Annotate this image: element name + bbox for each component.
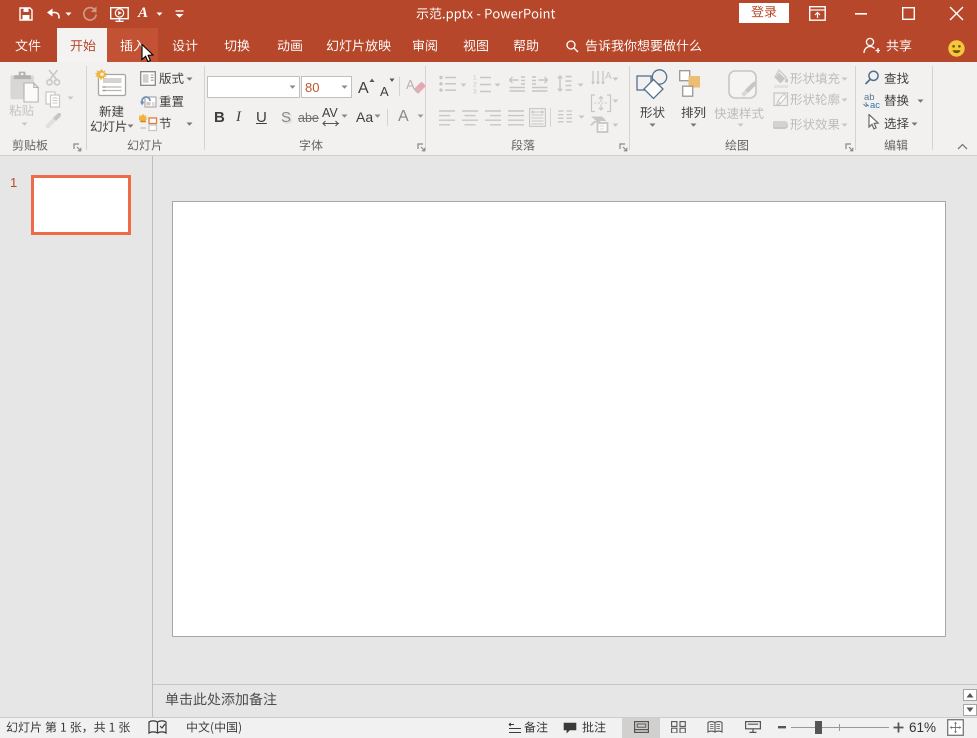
svg-text:A: A — [605, 71, 612, 82]
svg-text:ac: ac — [870, 100, 880, 109]
svg-text:3: 3 — [473, 89, 477, 95]
svg-text:2: 2 — [473, 82, 477, 89]
svg-text:1: 1 — [473, 75, 477, 82]
